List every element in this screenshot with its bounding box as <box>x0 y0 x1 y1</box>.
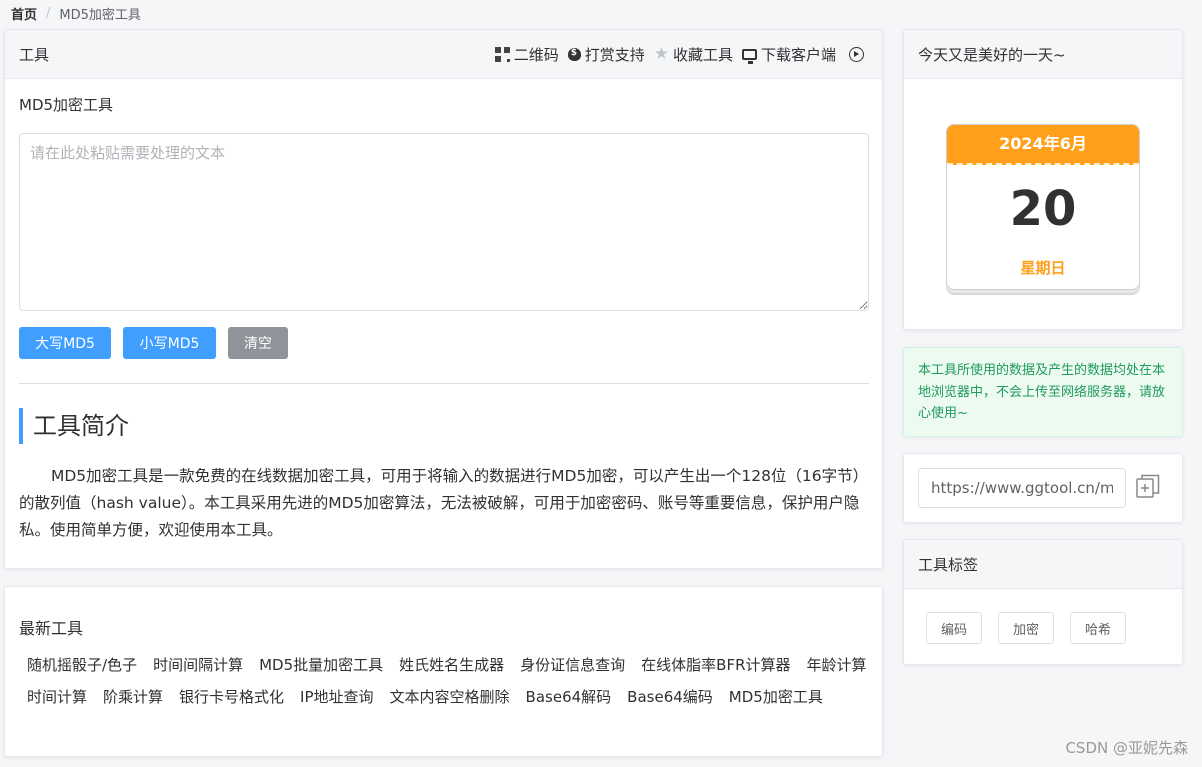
latest-tool-link[interactable]: 时间间隔计算 <box>145 649 251 681</box>
tool-card: 工具 二维码 打赏支持 ★ 收藏工具 下载客户端 MD5加密工具 <box>4 29 883 569</box>
tag-button-encryption[interactable]: 加密 <box>998 612 1055 644</box>
watermark: CSDN @亚妮先森 <box>1065 739 1188 757</box>
calendar-widget: 2024年6月 20 星期日 <box>946 124 1140 290</box>
header-actions: 二维码 打赏支持 ★ 收藏工具 下载客户端 <box>486 44 868 65</box>
latest-tool-link[interactable]: MD5批量加密工具 <box>251 649 391 681</box>
tool-title: MD5加密工具 <box>19 96 114 114</box>
latest-tool-link[interactable]: MD5加密工具 <box>721 681 831 713</box>
latest-tools-title: 最新工具 <box>19 619 84 638</box>
calendar-card-header: 今天又是美好的一天~ <box>904 30 1182 79</box>
calendar-card: 今天又是美好的一天~ 2024年6月 20 星期日 <box>903 29 1183 330</box>
money-bag-icon <box>567 47 581 61</box>
clear-button[interactable]: 清空 <box>228 327 288 359</box>
latest-tools-card: 最新工具 随机摇骰子/色子 时间间隔计算 MD5批量加密工具 姓氏姓名生成器 身… <box>4 586 883 757</box>
donate-button[interactable]: 打赏支持 <box>567 44 645 65</box>
copy-icon[interactable] <box>1136 474 1160 500</box>
text-input[interactable] <box>19 133 869 311</box>
privacy-notice: 本工具所使用的数据及产生的数据均处在本地浏览器中，不会上传至网络服务器，请放心使… <box>903 347 1183 437</box>
latest-tool-link[interactable]: 姓氏姓名生成器 <box>391 649 512 681</box>
expand-button[interactable] <box>845 46 868 62</box>
favorite-label: 收藏工具 <box>672 45 733 64</box>
qr-code-label: 二维码 <box>513 45 559 64</box>
download-client-label: 下载客户端 <box>760 45 836 64</box>
tool-tags-header: 工具标签 <box>904 540 1182 589</box>
latest-tool-link[interactable]: 文本内容空格删除 <box>382 681 518 713</box>
tool-card-header: 工具 二维码 打赏支持 ★ 收藏工具 下载客户端 <box>5 30 882 79</box>
latest-tool-link[interactable]: Base64解码 <box>518 681 620 713</box>
latest-tool-link[interactable]: 在线体脂率BFR计算器 <box>633 649 798 681</box>
share-link-card <box>903 453 1183 523</box>
intro-text: MD5加密工具是一款免费的在线数据加密工具，可用于将输入的数据进行MD5加密，可… <box>19 467 869 539</box>
calendar-day: 20 <box>1009 181 1077 237</box>
latest-tool-link[interactable]: 随机摇骰子/色子 <box>19 649 145 681</box>
calendar-month: 2024年6月 <box>947 125 1139 165</box>
latest-tool-link[interactable]: 时间计算 <box>19 681 95 713</box>
latest-tool-link[interactable]: Base64编码 <box>619 681 721 713</box>
share-url-input[interactable] <box>918 468 1126 508</box>
tag-button-encoding[interactable]: 编码 <box>926 612 983 644</box>
tool-tags-list: 编码 加密 哈希 <box>926 612 1142 644</box>
latest-tool-link[interactable]: 身份证信息查询 <box>512 649 633 681</box>
latest-tools-list: 随机摇骰子/色子 时间间隔计算 MD5批量加密工具 姓氏姓名生成器 身份证信息查… <box>19 649 879 713</box>
qr-code-icon <box>494 46 510 62</box>
calendar-weekday: 星期日 <box>1020 259 1066 277</box>
divider <box>19 383 869 384</box>
breadcrumb-separator: / <box>46 6 51 21</box>
latest-tool-link[interactable]: 阶乘计算 <box>95 681 171 713</box>
play-circle-icon <box>849 46 864 62</box>
favorite-button[interactable]: ★ 收藏工具 <box>654 44 733 65</box>
breadcrumb-home-link[interactable]: 首页 <box>11 4 37 23</box>
download-client-button[interactable]: 下载客户端 <box>741 44 836 65</box>
breadcrumb: 首页 / MD5加密工具 <box>11 4 141 23</box>
tag-button-hash[interactable]: 哈希 <box>1070 612 1127 644</box>
breadcrumb-current: MD5加密工具 <box>59 8 141 23</box>
donate-label: 打赏支持 <box>584 45 645 64</box>
tool-card-title: 工具 <box>19 45 50 64</box>
qr-code-button[interactable]: 二维码 <box>494 44 559 65</box>
intro-heading: 工具简介 <box>19 408 129 444</box>
lowercase-md5-button[interactable]: 小写MD5 <box>123 327 216 359</box>
latest-tool-link[interactable]: IP地址查询 <box>292 681 381 713</box>
latest-tool-link[interactable]: 银行卡号格式化 <box>171 681 292 713</box>
star-icon: ★ <box>653 43 669 64</box>
uppercase-md5-button[interactable]: 大写MD5 <box>19 327 111 359</box>
tool-tags-card: 工具标签 编码 加密 哈希 <box>903 539 1183 665</box>
monitor-icon <box>741 48 757 64</box>
latest-tool-link[interactable]: 年龄计算 <box>799 649 875 681</box>
